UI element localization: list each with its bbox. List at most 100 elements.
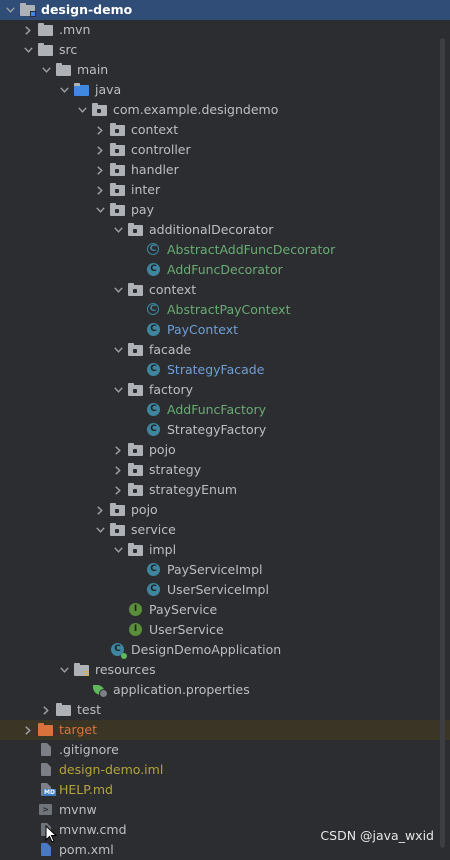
- tree-row[interactable]: MD HELP.md: [0, 780, 450, 800]
- tree-item-label: strategyEnum: [149, 482, 238, 497]
- folder-icon: [38, 42, 54, 58]
- tree-row[interactable]: C AbstractPayContext: [0, 300, 450, 320]
- tree-item-label: pom.xml: [59, 842, 114, 857]
- tree-row[interactable]: service: [0, 520, 450, 540]
- chevron-down-icon[interactable]: [94, 200, 106, 220]
- tree-row[interactable]: com.example.designdemo: [0, 100, 450, 120]
- tree-row[interactable]: C AddFuncFactory: [0, 400, 450, 420]
- tree-row[interactable]: C UserServiceImpl: [0, 580, 450, 600]
- tree-item-label: PayContext: [167, 322, 239, 337]
- tree-row[interactable]: facade: [0, 340, 450, 360]
- chevron-down-icon[interactable]: [112, 540, 124, 560]
- tree-item-label: AbstractAddFuncDecorator: [167, 242, 336, 257]
- chevron-right-icon[interactable]: [40, 700, 52, 720]
- tree-item-label: resources: [95, 662, 156, 677]
- tree-row[interactable]: pojo: [0, 500, 450, 520]
- tree-row[interactable]: C AbstractAddFuncDecorator: [0, 240, 450, 260]
- tree-row[interactable]: strategyEnum: [0, 480, 450, 500]
- chevron-right-icon[interactable]: [94, 120, 106, 140]
- source-folder-icon: [74, 82, 90, 98]
- tree-row[interactable]: C PayServiceImpl: [0, 560, 450, 580]
- chevron-down-icon[interactable]: [22, 40, 34, 60]
- chevron-right-icon[interactable]: [94, 180, 106, 200]
- tree-item-label: context: [131, 122, 179, 137]
- tree-row[interactable]: design-demo: [0, 0, 450, 20]
- package-icon: [128, 382, 144, 398]
- tree-row[interactable]: > mvnw: [0, 800, 450, 820]
- tree-row[interactable]: inter: [0, 180, 450, 200]
- chevron-right-icon[interactable]: [22, 720, 34, 740]
- tree-row[interactable]: src: [0, 40, 450, 60]
- chevron-down-icon[interactable]: [40, 60, 52, 80]
- tree-row[interactable]: .mvn: [0, 20, 450, 40]
- chevron-right-icon[interactable]: [112, 460, 124, 480]
- tree-item-label: handler: [131, 162, 179, 177]
- chevron-down-icon[interactable]: [112, 340, 124, 360]
- chevron-down-icon[interactable]: [58, 660, 70, 680]
- tree-row[interactable]: additionalDecorator: [0, 220, 450, 240]
- tree-row[interactable]: C DesignDemoApplication: [0, 640, 450, 660]
- tree-row[interactable]: I PayService: [0, 600, 450, 620]
- tree-row[interactable]: C PayContext: [0, 320, 450, 340]
- tree-row[interactable]: target: [0, 720, 450, 740]
- tree-row[interactable]: .gitignore: [0, 740, 450, 760]
- chevron-right-icon[interactable]: [112, 480, 124, 500]
- tree-row[interactable]: C StrategyFacade: [0, 360, 450, 380]
- tree-row[interactable]: pay: [0, 200, 450, 220]
- package-icon: [110, 502, 126, 518]
- chevron-down-icon[interactable]: [112, 220, 124, 240]
- scrollbar[interactable]: [440, 38, 445, 848]
- chevron-down-icon[interactable]: [94, 520, 106, 540]
- chevron-down-icon[interactable]: [58, 80, 70, 100]
- chevron-right-icon[interactable]: [94, 160, 106, 180]
- tree-row[interactable]: I UserService: [0, 620, 450, 640]
- chevron-down-icon[interactable]: [112, 280, 124, 300]
- tree-row[interactable]: C AddFuncDecorator: [0, 260, 450, 280]
- tree-row[interactable]: pojo: [0, 440, 450, 460]
- tree-item-label: .mvn: [59, 22, 91, 37]
- tree-row[interactable]: C StrategyFactory: [0, 420, 450, 440]
- tree-row[interactable]: impl: [0, 540, 450, 560]
- package-icon: [110, 202, 126, 218]
- tree-row[interactable]: context: [0, 280, 450, 300]
- tree-item-label: pojo: [149, 442, 176, 457]
- tree-row[interactable]: test: [0, 700, 450, 720]
- tree-item-label: inter: [131, 182, 161, 197]
- tree-row[interactable]: controller: [0, 140, 450, 160]
- chevron-right-icon[interactable]: [22, 20, 34, 40]
- tree-item-label: AbstractPayContext: [167, 302, 291, 317]
- tree-item-label: service: [131, 522, 176, 537]
- chevron-right-icon[interactable]: [94, 140, 106, 160]
- tree-row[interactable]: handler: [0, 160, 450, 180]
- tree-row[interactable]: java: [0, 80, 450, 100]
- tree-row[interactable]: context: [0, 120, 450, 140]
- package-icon: [110, 182, 126, 198]
- tree-row[interactable]: design-demo.iml: [0, 760, 450, 780]
- tree-row[interactable]: strategy: [0, 460, 450, 480]
- chevron-down-icon[interactable]: [76, 100, 88, 120]
- tree-item-label: src: [59, 42, 78, 57]
- tree-row[interactable]: factory: [0, 380, 450, 400]
- tree-row[interactable]: application.properties: [0, 680, 450, 700]
- resources-folder-icon: [74, 662, 90, 678]
- package-icon: [110, 122, 126, 138]
- tree-item-label: additionalDecorator: [149, 222, 274, 237]
- folder-icon: [56, 702, 72, 718]
- tree-item-label: pojo: [131, 502, 158, 517]
- tree-row[interactable]: resources: [0, 660, 450, 680]
- chevron-right-icon[interactable]: [94, 500, 106, 520]
- tree-row[interactable]: main: [0, 60, 450, 80]
- chevron-down-icon[interactable]: [4, 0, 16, 20]
- tree-row[interactable]: pom.xml: [0, 840, 450, 860]
- chevron-right-icon[interactable]: [112, 440, 124, 460]
- chevron-down-icon[interactable]: [112, 380, 124, 400]
